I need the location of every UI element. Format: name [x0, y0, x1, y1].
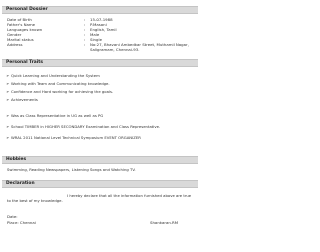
- section-title: Hobbies: [6, 157, 27, 162]
- bullet-icon: ➢: [6, 73, 10, 78]
- section-title: Personal Traits: [6, 60, 43, 65]
- section-title: Declaration: [6, 181, 35, 186]
- bullet-icon: ➢: [6, 81, 10, 86]
- date-label: Date:: [7, 214, 18, 219]
- hobbies-text: Swimming, Reading Newspapers, Listening …: [7, 167, 136, 172]
- hobbies-header: Hobbies: [2, 156, 198, 164]
- declaration-text: I hereby declare that all the informatio…: [7, 193, 192, 203]
- section-title: Personal Dossier: [6, 7, 48, 12]
- personal-dossier-header: Personal Dossier: [2, 6, 198, 14]
- declaration-header: Declaration: [2, 180, 198, 188]
- bullet-icon: ➢: [6, 124, 10, 129]
- bullet-icon: ➢: [6, 135, 10, 140]
- bullet-icon: ➢: [6, 113, 10, 118]
- place-label: Place: Chennai: [7, 220, 36, 225]
- resume-page: Personal Dossier Date of Birth : 15-07-1…: [0, 0, 200, 252]
- bullet-icon: ➢: [6, 97, 10, 102]
- bullet-icon: ➢: [6, 89, 10, 94]
- signature-name: Shankaran.RM: [150, 220, 179, 225]
- personal-traits-header: Personal Traits: [2, 59, 198, 67]
